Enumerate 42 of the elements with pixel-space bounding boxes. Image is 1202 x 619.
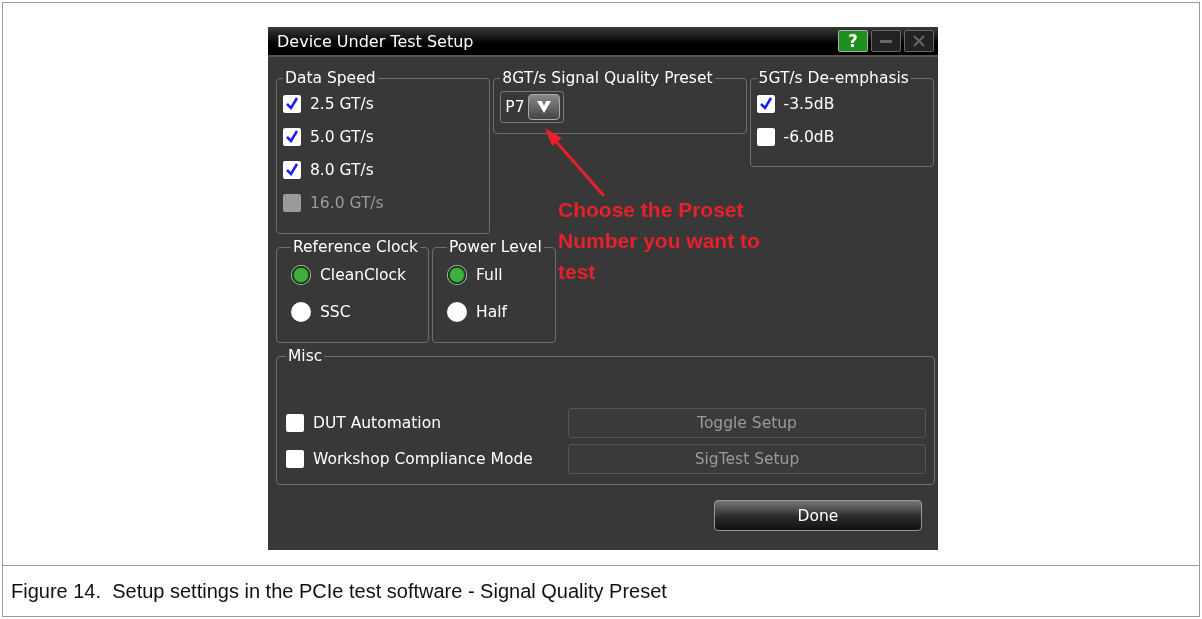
minimize-icon [880,39,892,43]
checkbox-label: 16.0 GT/s [310,193,384,212]
close-icon [912,34,926,48]
checkbox-label: Workshop Compliance Mode [313,450,534,468]
group-label: Power Level [448,238,543,256]
radio-label: Full [476,265,503,284]
radio-button[interactable] [291,264,311,285]
checkbox[interactable] [756,127,775,146]
checkbox-label: DUT Automation [313,414,442,432]
window-title: Device Under Test Setup [277,31,475,51]
radio-button[interactable] [447,264,467,285]
group-label: 8GT/s Signal Quality Preset [501,69,714,87]
radio-label: Half [476,302,507,321]
radio-button[interactable] [291,301,311,322]
annotation-text: Choose the Proset Number you want to test [558,197,761,285]
minimize-button[interactable] [871,30,901,52]
group-label: 5GT/s De-emphasis [757,69,910,87]
checkbox[interactable] [286,414,304,432]
figure-caption: Figure 14. Setup settings in the PCIe test software - Signal Quality Preset [10,578,668,604]
checkbox-label: -3.5dB [783,94,835,113]
group-label: Reference Clock [292,238,420,256]
radio-label: CleanClock [320,265,407,284]
checkbox-label: 5.0 GT/s [310,127,374,146]
checkbox[interactable] [283,127,301,146]
checkbox[interactable] [756,94,775,113]
checkbox[interactable] [286,450,304,468]
checkbox-label: 8.0 GT/s [310,160,374,179]
preset-dropdown[interactable]: P7 [500,91,564,123]
annotation-arrow [545,128,606,197]
radio-button[interactable] [447,301,467,322]
checkbox-label: 2.5 GT/s [310,94,374,113]
checkbox[interactable] [283,160,301,179]
group-label: Data Speed [284,69,377,87]
checkbox-label: -6.0dB [783,127,835,146]
done-button[interactable]: Done [714,500,922,531]
radio-label: SSC [320,302,351,321]
help-button[interactable]: ? [838,30,868,52]
group-label: Misc [287,347,324,365]
close-button[interactable] [904,30,934,52]
dropdown-button[interactable] [527,94,560,120]
checkbox[interactable] [283,94,301,113]
chevron-down-icon [535,100,552,114]
